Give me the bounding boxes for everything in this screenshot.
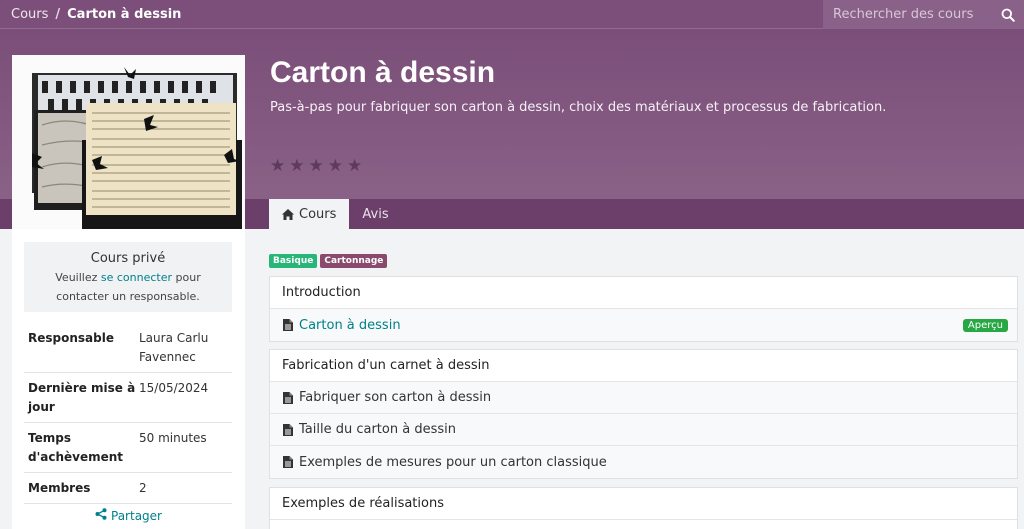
lesson-item[interactable]: Fabriquer son carton à dessin [270,382,1017,414]
tag-cartonnage[interactable]: Cartonnage [320,254,388,268]
breadcrumb: Cours / Carton à dessin [0,7,181,22]
rating-stars: ★ ★ ★ ★ ★ [270,158,362,175]
tab-cours[interactable]: Cours [269,199,350,229]
breadcrumb-root-link[interactable]: Cours [11,7,48,22]
tab-cours-label: Cours [299,206,337,222]
document-icon [283,423,293,436]
lesson-label: Fabriquer son carton à dessin [299,390,492,405]
search-icon[interactable] [996,8,1020,22]
document-icon [283,391,293,404]
home-icon [282,208,294,220]
search-input[interactable]: Rechercher des cours [823,7,996,22]
info-row-completion-time: Temps d'achèvement 50 minutes [24,423,232,473]
lesson-link[interactable]: Carton à dessin [299,318,401,333]
tab-avis-label: Avis [362,206,389,222]
share-icon [95,508,107,523]
top-navbar: Cours / Carton à dessin Rechercher des c… [0,0,1024,29]
star-icon: ★ [270,156,286,176]
course-tags: Basique Cartonnage [269,254,388,268]
star-icon: ★ [347,156,363,176]
lesson-item[interactable]: Carton à dessin Aperçu [270,309,1017,341]
preview-badge[interactable]: Aperçu [962,318,1008,332]
document-icon [283,319,293,331]
course-subtitle: Pas-à-pas pour fabriquer son carton à de… [270,100,887,115]
private-course-box: Cours privé Veuillez se connecter pour c… [24,242,232,312]
info-row-responsable: Responsable Laura Carlu Favennec [24,323,232,373]
course-cover-image [12,55,245,230]
section-fabrication: Fabrication d'un carnet à dessin Fabriqu… [269,349,1018,479]
star-icon: ★ [308,156,324,176]
search-box[interactable]: Rechercher des cours [823,0,1024,29]
login-link[interactable]: se connecter [101,271,172,284]
lesson-label: Exemples de mesures pour un carton class… [299,454,607,470]
course-tabs: Cours Avis [269,199,402,229]
breadcrumb-separator: / [55,6,61,22]
breadcrumb-current: Carton à dessin [67,6,182,22]
private-course-message: Veuillez se connecter pour contacter un … [55,271,201,303]
section-title: Exemples de réalisations [270,488,1017,520]
info-row-members: Membres 2 [24,473,232,504]
tag-basique[interactable]: Basique [269,254,318,268]
lesson-label: Taille du carton à dessin [299,422,456,437]
private-course-title: Cours privé [90,251,166,266]
course-sidebar-card: Cours privé Veuillez se connecter pour c… [12,229,245,529]
star-icon: ★ [289,156,305,176]
section-exemples: Exemples de réalisations [269,487,1018,529]
lesson-item[interactable]: Exemples de mesures pour un carton class… [270,446,1017,478]
lesson-item[interactable]: Taille du carton à dessin [270,414,1017,446]
document-icon [283,456,293,468]
section-title: Introduction [270,277,1017,309]
section-title: Fabrication d'un carnet à dessin [270,350,1017,382]
tab-avis[interactable]: Avis [349,199,401,229]
info-row-last-update: Dernière mise à jour 15/05/2024 [24,373,232,423]
share-button[interactable]: Partager [12,508,245,523]
course-info-table: Responsable Laura Carlu Favennec Dernièr… [24,323,232,504]
course-title: Carton à dessin [270,56,496,89]
star-icon: ★ [327,156,343,176]
section-introduction: Introduction Carton à dessin Aperçu [269,276,1018,342]
